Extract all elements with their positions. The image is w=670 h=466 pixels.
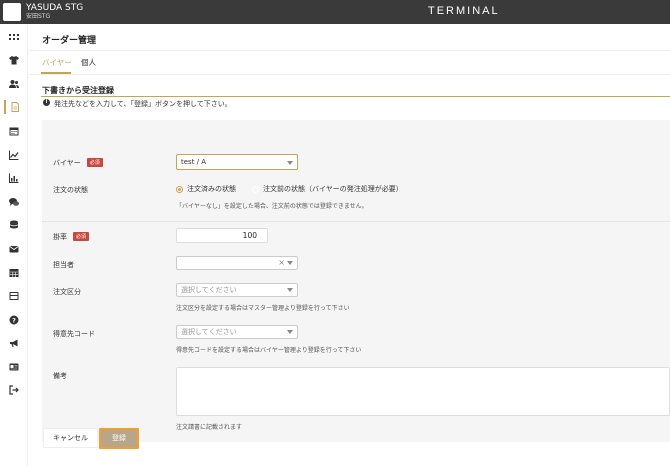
order-type-select[interactable]: 選択してください (176, 283, 298, 297)
radio-ordered[interactable]: 注文済みの状態 (176, 184, 236, 194)
required-badge: 必須 (73, 232, 90, 241)
megaphone-icon[interactable] (4, 336, 24, 350)
id-card-icon[interactable] (4, 360, 24, 374)
order-form: バイヤー 必須 test / A 注文の状態 注文済みの状態 注文前の状態（バイヤ… (42, 120, 670, 442)
order-type-label: 注文区分 (53, 288, 81, 296)
buyer-select-value: test / A (181, 158, 207, 166)
customer-code-select[interactable]: 選択してください (176, 325, 298, 339)
table-icon[interactable] (4, 266, 24, 280)
apps-grid-icon[interactable] (4, 30, 24, 44)
radio-pre-order[interactable]: 注文前の状態（バイヤーの発注処理が必要） (252, 184, 403, 194)
company-subname: 安田STG (26, 13, 51, 20)
page-title: オーダー管理 (42, 36, 97, 46)
chevron-down-icon (287, 330, 293, 334)
row-divider (42, 221, 670, 222)
help-icon[interactable]: ? (4, 313, 24, 327)
calendar-icon[interactable] (4, 124, 24, 138)
users-icon[interactable] (4, 77, 24, 91)
chevron-down-icon (287, 261, 293, 265)
bar-chart-icon[interactable] (4, 171, 24, 185)
staff-select[interactable]: × (176, 256, 298, 270)
rate-input[interactable]: 100 (176, 228, 268, 243)
document-icon[interactable] (4, 100, 24, 114)
tab-buyer[interactable]: バイヤー (42, 57, 72, 68)
order-status-label: 注文の状態 (53, 186, 88, 194)
tab-individual[interactable]: 個人 (81, 57, 96, 68)
buyer-label: バイヤー 必須 (53, 158, 103, 168)
customer-code-hint: 得意先コードを設定する場合はバイヤー管理より登録を行って下さい (176, 347, 362, 354)
section-divider (41, 96, 670, 97)
tshirt-icon[interactable] (4, 53, 24, 67)
staff-label: 担当者 (53, 261, 74, 269)
radio-ordered-label: 注文済みの状態 (187, 185, 236, 193)
section-title: 下書きから受注登録 (42, 86, 114, 95)
sidebar: ? (0, 24, 28, 466)
title-divider (29, 50, 670, 51)
line-chart-icon[interactable] (4, 148, 24, 162)
rate-label-text: 掛率 (53, 233, 67, 241)
info-text: 発注先などを入力して、「登録」ボタンを押して下さい。 (54, 100, 232, 108)
radio-pre-order-label: 注文前の状態（バイヤーの発注処理が必要） (263, 185, 403, 193)
customer-code-placeholder: 選択してください (181, 328, 237, 336)
notes-label: 備考 (53, 372, 67, 380)
cancel-button[interactable]: キャンセル (43, 428, 98, 448)
buyer-select[interactable]: test / A (176, 154, 298, 170)
required-badge: 必須 (86, 158, 103, 167)
chevron-down-icon (287, 161, 293, 165)
logout-icon[interactable] (4, 383, 24, 397)
buyer-label-text: バイヤー (53, 159, 81, 167)
customer-code-label: 得意先コード (53, 330, 95, 338)
svg-text:?: ? (12, 316, 16, 324)
top-bar: YASUDA STG 安田STG TERMINAL (0, 0, 670, 24)
order-type-placeholder: 選択してください (181, 286, 237, 294)
chevron-down-icon (287, 288, 293, 292)
tabs-divider (29, 74, 670, 75)
radio-pre-order-indicator[interactable] (252, 185, 259, 193)
company-name: YASUDA STG (26, 3, 84, 13)
info-icon: i (43, 99, 50, 106)
clear-icon[interactable]: × (278, 257, 285, 269)
mail-icon[interactable] (4, 242, 24, 256)
notes-hint: 注文請書に記載されます (176, 424, 243, 431)
radio-ordered-indicator[interactable] (176, 185, 183, 193)
order-status-hint: 「バイヤーなし」を設定した場合、注文前の状態では登録できません。 (176, 203, 368, 210)
database-icon[interactable] (4, 218, 24, 232)
notes-textarea[interactable] (176, 367, 670, 416)
order-type-hint: 注文区分を設定する場合はマスター管理より登録を行って下さい (176, 305, 350, 312)
brand-logo[interactable]: TERMINAL (428, 5, 500, 17)
chat-icon[interactable] (4, 195, 24, 209)
main-content: オーダー管理 バイヤー 個人 下書きから受注登録 i 発注先などを入力して、「登… (29, 24, 670, 466)
company-logo[interactable] (3, 3, 21, 21)
archive-icon[interactable] (4, 289, 24, 303)
rate-label: 掛率 必須 (53, 232, 90, 242)
submit-button[interactable]: 登録 (99, 428, 139, 449)
